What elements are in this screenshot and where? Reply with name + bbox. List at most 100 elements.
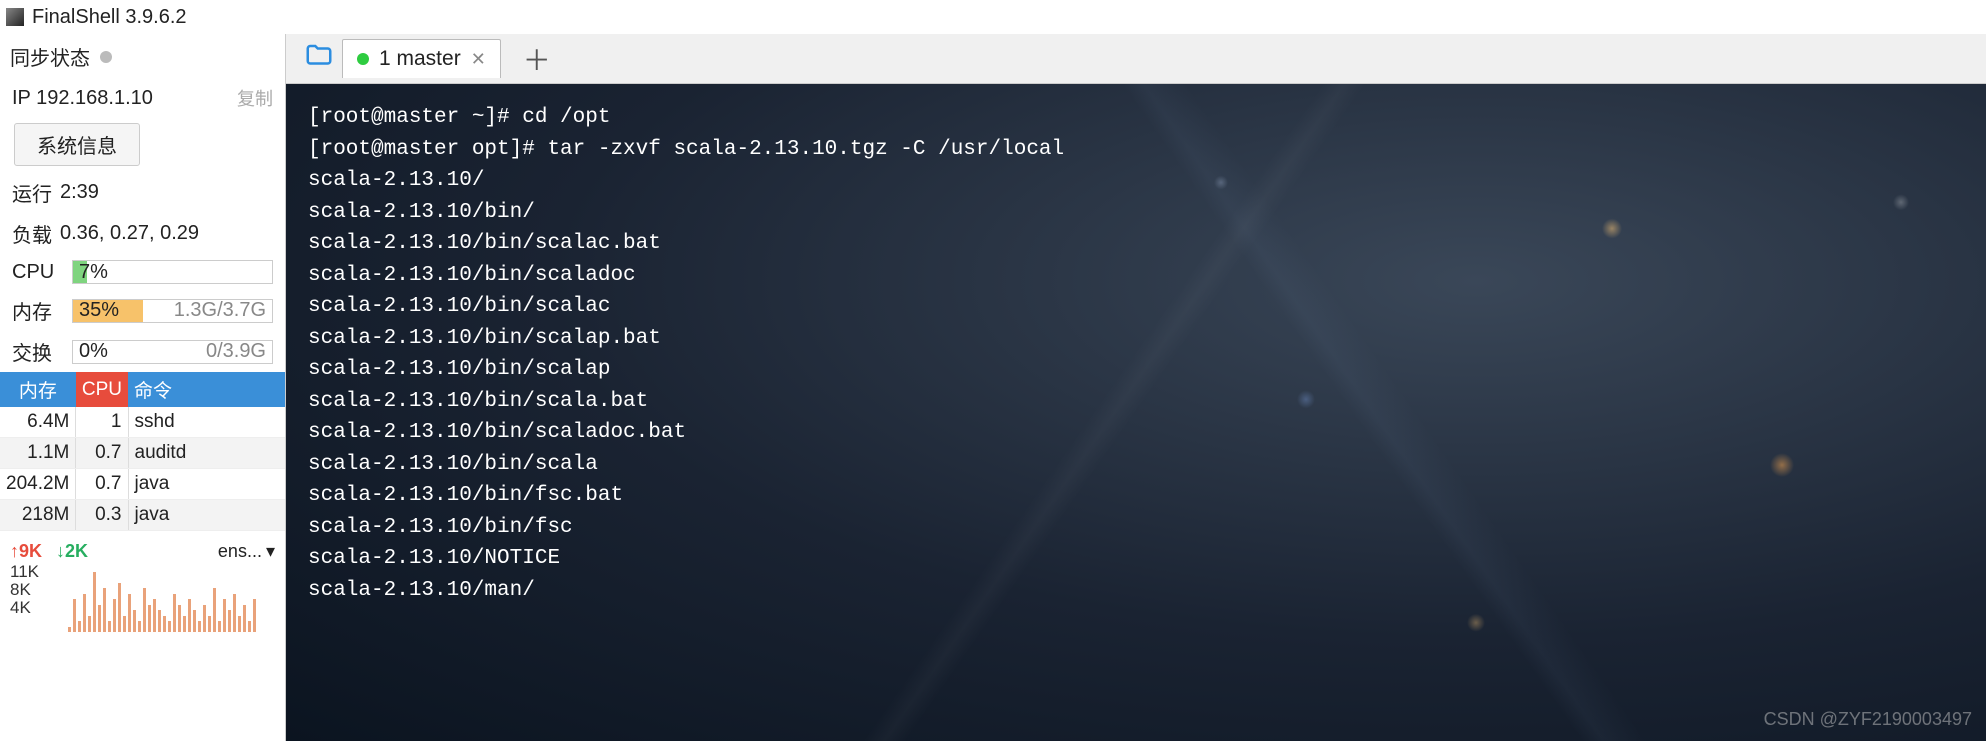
col-memory[interactable]: 内存: [0, 372, 76, 407]
terminal-line: scala-2.13.10/bin/scalac.bat: [308, 228, 1964, 260]
sidebar: 同步状态 IP 192.168.1.10 复制 系统信息 运行 2:39 负载 …: [0, 34, 286, 741]
terminal-line: [root@master opt]# tar -zxvf scala-2.13.…: [308, 134, 1964, 166]
ip-row: IP 192.168.1.10 复制: [0, 79, 285, 117]
network-chart: 11K 8K 4K: [0, 562, 285, 632]
terminal-line: scala-2.13.10/bin/: [308, 197, 1964, 229]
uptime-value: 2:39: [60, 181, 99, 204]
network-row: ↑9K ↓2K ens... ▾: [0, 531, 285, 562]
spark-bar: [113, 599, 116, 632]
spark-bar: [133, 610, 136, 632]
terminal-line: scala-2.13.10/bin/fsc.bat: [308, 480, 1964, 512]
cpu-bar: 7%: [72, 260, 273, 284]
memory-pct: 35%: [73, 299, 119, 322]
cpu-label: CPU: [12, 261, 64, 284]
memory-bar: 35% 1.3G/3.7G: [72, 299, 273, 323]
terminal[interactable]: CSDN @ZYF2190003497 [root@master ~]# cd …: [286, 84, 1986, 741]
spark-bar: [153, 599, 156, 632]
sync-dot-icon: [100, 51, 112, 63]
terminal-line: scala-2.13.10/bin/scalap.bat: [308, 323, 1964, 355]
terminal-line: scala-2.13.10/bin/fsc: [308, 512, 1964, 544]
cell-mem: 204.2M: [0, 469, 76, 500]
folder-icon[interactable]: [304, 41, 334, 76]
spark-bar: [233, 594, 236, 632]
spark-bar: [78, 621, 81, 632]
net-interface-dropdown[interactable]: ens... ▾: [218, 541, 275, 562]
spark-bar: [98, 605, 101, 632]
load-value: 0.36, 0.27, 0.29: [60, 222, 199, 245]
sync-label: 同步状态: [10, 42, 90, 71]
terminal-line: scala-2.13.10/bin/scaladoc.bat: [308, 417, 1964, 449]
swap-extra: 0/3.9G: [206, 340, 272, 363]
status-dot-icon: [357, 53, 369, 65]
spark-bar: [128, 594, 131, 632]
memory-label: 内存: [12, 296, 64, 325]
ip-value: 192.168.1.10: [36, 87, 153, 109]
spark-bar: [208, 616, 211, 632]
copy-button[interactable]: 复制: [237, 85, 273, 111]
app-logo-icon: [6, 8, 24, 26]
spark-bar: [83, 594, 86, 632]
content-area: 1 master ✕ ＋ CSDN @ZYF2190003497 [root@m…: [286, 34, 1986, 741]
net-up: ↑9K: [10, 541, 42, 562]
terminal-line: [root@master ~]# cd /opt: [308, 102, 1964, 134]
ip-label: IP: [12, 87, 31, 109]
net-down: ↓2K: [56, 541, 88, 562]
spark-bar: [248, 621, 251, 632]
spark-bar: [243, 605, 246, 632]
new-tab-button[interactable]: ＋: [509, 39, 565, 79]
spark-bar: [103, 588, 106, 632]
swap-pct: 0%: [73, 340, 108, 363]
spark-bar: [68, 627, 71, 632]
spark-bar: [138, 621, 141, 632]
spark-bar: [148, 605, 151, 632]
spark-bar: [253, 599, 256, 632]
terminal-line: scala-2.13.10/: [308, 165, 1964, 197]
process-table: 内存 CPU 命令 6.4M1sshd1.1M0.7auditd204.2M0.…: [0, 372, 285, 531]
memory-extra: 1.3G/3.7G: [174, 299, 272, 322]
spark-bar: [73, 599, 76, 632]
spark-bar: [118, 583, 121, 632]
spark-bar: [158, 610, 161, 632]
cpu-pct: 7%: [73, 261, 108, 284]
terminal-line: scala-2.13.10/man/: [308, 575, 1964, 607]
spark-bar: [188, 599, 191, 632]
col-cpu[interactable]: CPU: [76, 372, 128, 407]
app-title: FinalShell 3.9.6.2: [32, 6, 187, 29]
col-command[interactable]: 命令: [128, 372, 285, 407]
cell-cmd: auditd: [128, 438, 285, 469]
sync-status-row: 同步状态: [0, 34, 285, 79]
close-icon[interactable]: ✕: [471, 49, 486, 70]
cell-mem: 6.4M: [0, 407, 76, 438]
spark-bar: [218, 621, 221, 632]
spark-bar: [108, 621, 111, 632]
load-label: 负载: [12, 219, 52, 248]
spark-bar: [223, 599, 226, 632]
spark-bar: [203, 605, 206, 632]
watermark: CSDN @ZYF2190003497: [1764, 706, 1972, 733]
title-bar: FinalShell 3.9.6.2: [0, 0, 1986, 34]
terminal-line: scala-2.13.10/bin/scala.bat: [308, 386, 1964, 418]
table-row[interactable]: 218M0.3java: [0, 500, 285, 531]
terminal-line: scala-2.13.10/bin/scalap: [308, 354, 1964, 386]
swap-label: 交换: [12, 337, 64, 366]
swap-bar: 0% 0/3.9G: [72, 340, 273, 364]
spark-bar: [178, 605, 181, 632]
table-row[interactable]: 1.1M0.7auditd: [0, 438, 285, 469]
tab-label: 1 master: [379, 47, 461, 71]
table-row[interactable]: 204.2M0.7java: [0, 469, 285, 500]
tab-bar: 1 master ✕ ＋: [286, 34, 1986, 84]
chevron-down-icon: ▾: [266, 541, 275, 562]
spark-bar: [88, 616, 91, 632]
cell-cpu: 0.7: [76, 469, 128, 500]
spark-bar: [168, 621, 171, 632]
cell-cmd: sshd: [128, 407, 285, 438]
system-info-button[interactable]: 系统信息: [14, 123, 140, 166]
spark-bar: [193, 610, 196, 632]
table-row[interactable]: 6.4M1sshd: [0, 407, 285, 438]
swap-row: 交换 0% 0/3.9G: [0, 331, 285, 372]
spark-bar: [123, 616, 126, 632]
spark-bar: [238, 616, 241, 632]
load-row: 负载 0.36, 0.27, 0.29: [0, 213, 285, 254]
tab-master[interactable]: 1 master ✕: [342, 39, 501, 78]
spark-bar: [143, 588, 146, 632]
